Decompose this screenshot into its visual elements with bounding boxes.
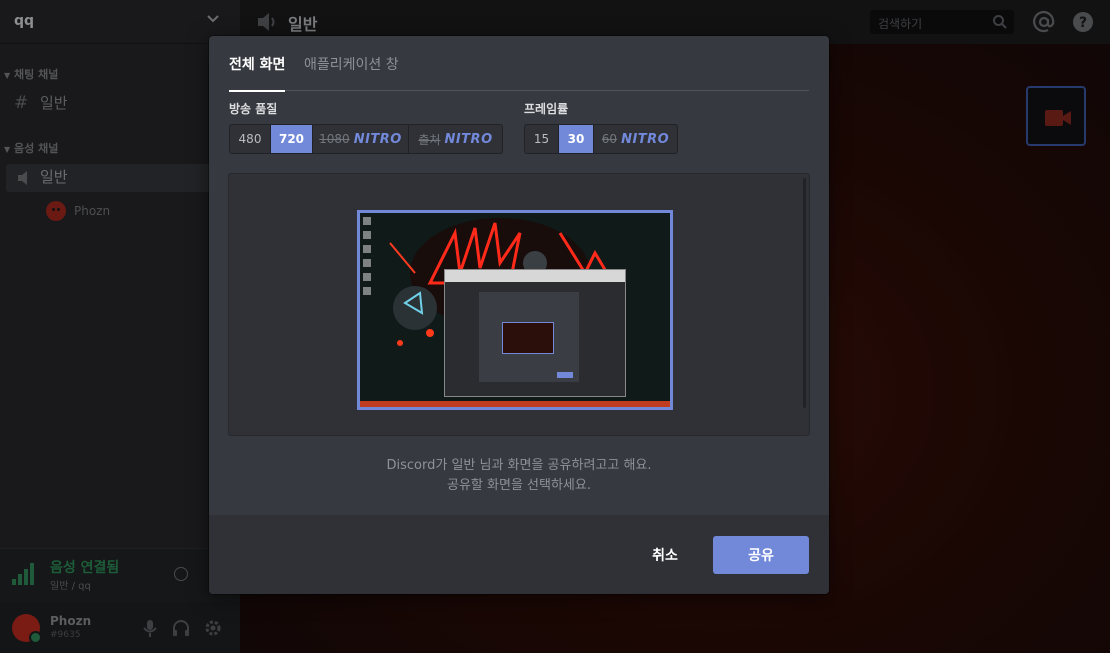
- nested-window-preview: [444, 269, 626, 397]
- chevron-down-icon: [207, 15, 219, 23]
- quality-1080-button[interactable]: 1080 NITRO: [313, 125, 409, 153]
- signal-icon: [12, 563, 34, 585]
- text-channel-item[interactable]: # 일반: [14, 92, 68, 114]
- taskbar-preview: [360, 401, 670, 407]
- share-button[interactable]: 공유: [713, 536, 809, 574]
- option-label: 15: [533, 132, 550, 146]
- avatar[interactable]: [12, 614, 42, 644]
- search-icon: [993, 15, 1007, 29]
- screen-thumbnail[interactable]: [357, 210, 673, 410]
- mention-icon[interactable]: [1032, 10, 1056, 34]
- voice-user-name: Phozn: [74, 204, 111, 218]
- category-text-channels[interactable]: ▼ 채팅 채널: [4, 66, 58, 82]
- info-icon[interactable]: [174, 567, 188, 581]
- svg-text:?: ?: [1079, 15, 1087, 31]
- quality-720-button[interactable]: 720: [271, 125, 313, 153]
- framerate-15-button[interactable]: 15: [525, 125, 559, 153]
- channel-label: 일반: [40, 168, 68, 186]
- cancel-button[interactable]: 취소: [627, 536, 703, 574]
- search-input[interactable]: 검색하기: [870, 10, 1014, 34]
- voice-connection-panel: 음성 연결됨 일반 / qq: [0, 548, 240, 602]
- channel-sidebar: qq ▼ 채팅 채널 # 일반 ▼ 음성 채널 일반 Phozn 음성 연결됨 일반 …: [0, 0, 240, 653]
- screen-share-modal: 전체 화면 애플리케이션 창 방송 품질 480 720 1080 NITRO 출…: [209, 36, 829, 594]
- framerate-30-button[interactable]: 30: [559, 125, 594, 153]
- description-line: Discord가 일반 님과 화면을 공유하려고고 해요.: [386, 458, 652, 473]
- speaker-icon: [258, 13, 275, 31]
- category-label: 채팅 채널: [14, 68, 59, 81]
- quality-selector: 480 720 1080 NITRO 출처 NITRO: [229, 124, 503, 154]
- hash-icon: #: [14, 93, 29, 113]
- quality-source-button[interactable]: 출처 NITRO: [409, 125, 502, 153]
- avatar: [46, 201, 66, 221]
- nested-thumbnail: [502, 322, 554, 354]
- video-tile[interactable]: [1026, 86, 1086, 146]
- chevron-down-icon: ▼: [4, 71, 11, 80]
- channel-label: 일반: [40, 94, 68, 112]
- speaker-icon: [18, 170, 27, 185]
- window-titlebar: [445, 270, 625, 282]
- option-label: 480: [238, 132, 262, 146]
- help-icon[interactable]: ?: [1071, 10, 1095, 34]
- quality-label: 방송 품질: [229, 102, 278, 116]
- headphones-icon[interactable]: [171, 618, 191, 638]
- server-header[interactable]: qq: [0, 0, 240, 44]
- modal-footer: 취소 공유: [209, 515, 829, 594]
- option-label: 1080: [319, 132, 350, 146]
- source-tabs: 전체 화면 애플리케이션 창: [229, 36, 809, 92]
- category-voice-channels[interactable]: ▼ 음성 채널: [4, 140, 58, 156]
- channel-title: 일반: [288, 15, 318, 34]
- microphone-icon[interactable]: [140, 618, 160, 638]
- option-label: 720: [278, 132, 305, 146]
- framerate-selector: 15 30 60 NITRO: [524, 124, 678, 154]
- framerate-label: 프레임률: [524, 102, 569, 116]
- scrollbar[interactable]: [803, 178, 806, 408]
- voice-channel-item[interactable]: 일반: [14, 166, 68, 188]
- voice-status-title: 음성 연결됨: [50, 560, 120, 576]
- nitro-badge: NITRO: [621, 131, 670, 147]
- chevron-down-icon: ▼: [4, 145, 11, 154]
- gear-icon[interactable]: [203, 618, 223, 638]
- voice-user-item[interactable]: Phozn: [46, 200, 110, 222]
- option-label: 30: [567, 132, 585, 146]
- screen-preview-area: [228, 173, 810, 436]
- description-line: 공유할 화면을 선택하세요.: [447, 478, 591, 493]
- nitro-badge: NITRO: [444, 131, 493, 147]
- search-placeholder: 검색하기: [878, 17, 923, 31]
- user-panel: Phozn #9635: [0, 602, 240, 653]
- framerate-60-button[interactable]: 60 NITRO: [594, 125, 677, 153]
- nested-share-button: [557, 372, 573, 378]
- quality-480-button[interactable]: 480: [230, 125, 271, 153]
- camera-icon: [1045, 110, 1071, 126]
- voice-status-subtitle: 일반 / qq: [50, 581, 91, 592]
- tab-application-window[interactable]: 애플리케이션 창: [304, 54, 399, 91]
- desktop-icons: [363, 217, 373, 297]
- user-tag: #9635: [50, 630, 81, 640]
- nested-modal-preview: [479, 292, 579, 382]
- option-label: 60: [601, 132, 618, 146]
- username: Phozn: [50, 614, 92, 628]
- tab-entire-screen[interactable]: 전체 화면: [229, 54, 286, 92]
- nitro-badge: NITRO: [353, 131, 402, 147]
- share-description: Discord가 일반 님과 화면을 공유하려고고 해요. 공유할 화면을 선택…: [209, 456, 829, 496]
- category-label: 음성 채널: [14, 142, 59, 155]
- discord-app: qq ▼ 채팅 채널 # 일반 ▼ 음성 채널 일반 Phozn 음성 연결됨 일반 …: [0, 0, 1110, 653]
- option-label: 출처: [418, 132, 441, 147]
- server-name: qq: [14, 13, 35, 29]
